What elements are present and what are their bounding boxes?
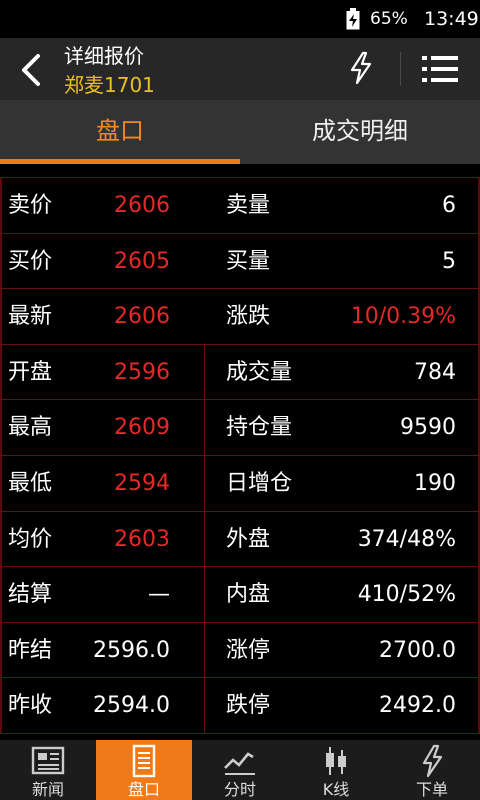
row-value: 2596.0 xyxy=(93,637,170,663)
table-row: 昨收 2594.0 跌停 2492.0 xyxy=(0,678,480,734)
row-label: 持仓量 xyxy=(226,415,293,441)
row-value: 2603 xyxy=(114,526,170,552)
row-label: 最高 xyxy=(8,415,53,441)
nav-news[interactable]: 新闻 xyxy=(0,740,96,800)
clock-time: 13:49 xyxy=(424,8,479,30)
row-value: 5 xyxy=(442,248,456,274)
contract-name: 郑麦1701 xyxy=(64,73,155,97)
row-value: 2605 xyxy=(114,248,170,274)
quote-sheet-icon xyxy=(132,744,156,778)
table-row: 买价 2605 买量 5 xyxy=(0,234,480,290)
table-row: 卖价 2606 卖量 6 xyxy=(0,178,480,234)
table-row: 昨结 2596.0 涨停 2700.0 xyxy=(0,623,480,679)
battery-percent: 65% xyxy=(370,9,408,29)
row-label: 买价 xyxy=(8,248,53,274)
row-label: 买量 xyxy=(226,248,271,274)
row-value: — xyxy=(148,582,170,608)
row-value: 2594.0 xyxy=(93,693,170,719)
bottom-nav: 新闻 盘口 分时 K线 下单 xyxy=(0,740,480,800)
row-value: 2609 xyxy=(114,415,170,441)
tab-trade-detail[interactable]: 成交明细 xyxy=(240,100,480,164)
row-label: 卖量 xyxy=(226,193,271,218)
row-value: 374/48% xyxy=(357,526,456,552)
tab-pankou[interactable]: 盘口 xyxy=(0,100,240,164)
menu-list-icon[interactable] xyxy=(420,52,460,86)
table-row: 结算 — 内盘 410/52% xyxy=(0,567,480,623)
row-label: 最新 xyxy=(8,304,53,330)
row-label: 均价 xyxy=(8,526,53,552)
status-bar: 65% 13:49 xyxy=(0,0,480,38)
row-label: 开盘 xyxy=(8,359,53,385)
row-label: 结算 xyxy=(8,582,53,608)
candlestick-icon xyxy=(326,747,346,775)
row-value: 190 xyxy=(414,471,456,496)
nav-label: 下单 xyxy=(415,780,448,799)
row-label: 跌停 xyxy=(226,693,271,719)
row-value: 2596 xyxy=(114,359,170,385)
row-label: 昨结 xyxy=(8,637,53,663)
row-value: 410/52% xyxy=(357,582,456,608)
row-value: 2700.0 xyxy=(379,637,456,663)
page-title: 详细报价 xyxy=(64,44,144,68)
row-label: 涨停 xyxy=(226,637,271,663)
row-value: 6 xyxy=(442,193,456,218)
table-row: 均价 2603 外盘 374/48% xyxy=(0,512,480,568)
nav-order[interactable]: 下单 xyxy=(384,740,480,800)
row-label: 涨跌 xyxy=(226,304,271,330)
nav-pankou[interactable]: 盘口 xyxy=(96,740,192,800)
nav-label: 盘口 xyxy=(127,780,160,799)
row-value: 2492.0 xyxy=(379,693,456,719)
row-value: 2606 xyxy=(114,193,170,218)
flash-order-icon[interactable] xyxy=(344,50,378,86)
quote-table: 卖价 2606 卖量 6 买价 2605 买量 5 最新 2606 涨跌 10/… xyxy=(0,177,480,734)
nav-label: 新闻 xyxy=(31,780,64,799)
row-label: 卖价 xyxy=(8,193,53,218)
header-divider xyxy=(400,52,401,86)
table-row: 最新 2606 涨跌 10/0.39% xyxy=(0,289,480,345)
tab-bar: 盘口 成交明细 xyxy=(0,100,480,164)
row-value: 2594 xyxy=(114,471,170,496)
row-label: 最低 xyxy=(8,471,53,496)
row-value: 784 xyxy=(414,359,456,385)
row-value: 9590 xyxy=(400,415,456,441)
row-label: 内盘 xyxy=(226,582,271,608)
row-label: 昨收 xyxy=(8,693,53,719)
table-row: 开盘 2596 成交量 784 xyxy=(0,345,480,401)
nav-label: 分时 xyxy=(223,780,256,799)
back-arrow-icon[interactable] xyxy=(10,48,50,92)
battery-charging-icon xyxy=(346,8,360,30)
active-tab-indicator xyxy=(0,159,240,164)
row-label: 日增仓 xyxy=(226,471,293,496)
nav-timeshare[interactable]: 分时 xyxy=(192,740,288,800)
trend-line-icon xyxy=(224,752,255,775)
table-row: 最低 2594 日增仓 190 xyxy=(0,456,480,512)
row-value: 10/0.39% xyxy=(350,304,456,330)
table-row: 最高 2609 持仓量 9590 xyxy=(0,400,480,456)
row-label: 外盘 xyxy=(226,526,271,552)
nav-label: K线 xyxy=(322,780,350,799)
lightning-icon xyxy=(422,744,443,778)
app-header: 详细报价 郑麦1701 xyxy=(0,38,480,100)
nav-kline[interactable]: K线 xyxy=(288,740,384,800)
row-label: 成交量 xyxy=(226,359,293,385)
row-value: 2606 xyxy=(114,304,170,330)
newspaper-icon xyxy=(31,746,65,775)
